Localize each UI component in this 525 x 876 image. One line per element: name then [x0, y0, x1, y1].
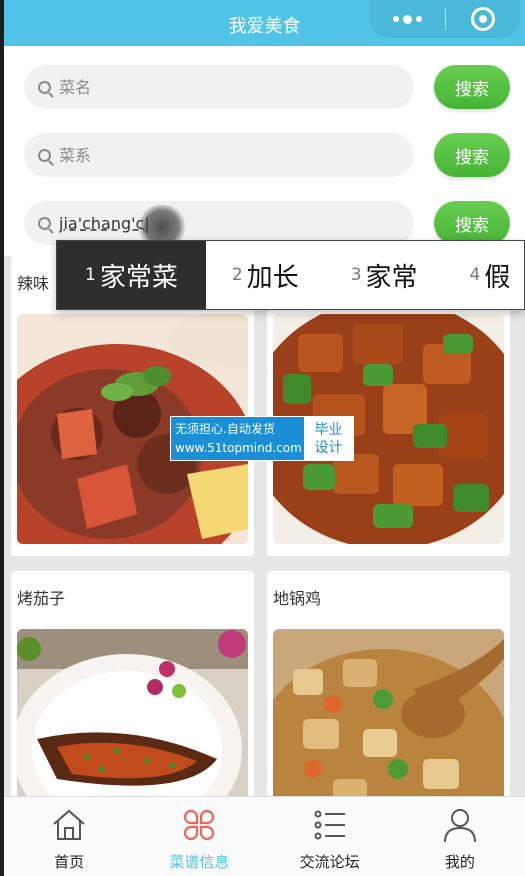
tab-recipes[interactable]: 菜谱信息: [134, 797, 264, 876]
tab-label: 交流论坛: [299, 853, 360, 871]
top-header: 我爱美食: [4, 0, 525, 46]
search-row-name: 搜索: [4, 50, 525, 118]
dish-grid: 辣味 烤茄子 地锅鸡: [4, 256, 525, 859]
dish-title: 地锅鸡: [273, 589, 322, 608]
recipe-grid-icon: [184, 809, 215, 841]
candidate-number: 1: [85, 265, 96, 285]
profile-icon: [443, 809, 476, 843]
watermark-badge-line1: 毕业: [314, 421, 343, 438]
search-button[interactable]: 搜索: [434, 65, 510, 109]
search-box: [24, 65, 414, 109]
bottom-tab-bar: 首页 菜谱信息 交流论坛 我的: [4, 796, 525, 876]
dish-title: 烤茄子: [17, 589, 66, 608]
tab-profile[interactable]: 我的: [395, 797, 525, 876]
search-button[interactable]: 搜索: [434, 133, 510, 177]
candidate-number: 4: [469, 265, 481, 285]
candidate-text: 家常: [365, 262, 418, 293]
search-box: [24, 201, 414, 245]
search-row-cuisine: 搜索: [4, 118, 525, 186]
ime-candidate[interactable]: 3 家常: [325, 241, 444, 309]
candidate-text: 假: [484, 262, 511, 293]
watermark-banner: 无须担心.自动发货 www.51topmind.com 毕业 设计: [170, 416, 354, 461]
search-icon: [38, 148, 51, 162]
dish-name-input[interactable]: [59, 77, 379, 97]
watermark-badge: 毕业 设计: [304, 417, 353, 460]
watermark-line2: www.51topmind.com: [175, 440, 302, 455]
forum-list-icon: [314, 810, 345, 840]
more-icon[interactable]: [370, 0, 445, 38]
ime-candidate-bar: 1 家常菜 2 加长 3 家常 4 假: [56, 240, 525, 310]
search-icon: [38, 80, 51, 94]
dish-card[interactable]: 地锅鸡: [267, 571, 510, 859]
candidate-number: 2: [231, 265, 243, 285]
candidate-number: 3: [350, 265, 362, 285]
mini-program-capsule: [370, 0, 520, 38]
tab-label: 首页: [54, 853, 85, 871]
category-input[interactable]: [59, 213, 379, 233]
home-icon: [53, 809, 85, 840]
candidate-text: 加长: [246, 262, 299, 293]
ime-candidate[interactable]: 4 假: [444, 241, 525, 309]
search-box: [24, 133, 414, 177]
dish-card[interactable]: 烤茄子: [11, 571, 254, 859]
dish-title: 辣味: [17, 274, 50, 293]
ime-candidate[interactable]: 1 家常菜: [57, 241, 206, 309]
watermark-line1: 无须担心.自动发货: [175, 421, 275, 436]
watermark-badge-line2: 设计: [314, 439, 343, 456]
watermark-text: 无须担心.自动发货 www.51topmind.com: [171, 417, 304, 460]
candidate-text: 家常菜: [99, 262, 178, 293]
search-icon: [38, 216, 51, 230]
tab-label: 我的: [444, 853, 475, 871]
app-screen: 我爱美食 搜索 搜索 搜索: [4, 0, 525, 876]
ime-candidate[interactable]: 2 加长: [206, 241, 325, 309]
tab-label: 菜谱信息: [169, 853, 230, 871]
close-icon[interactable]: [446, 0, 521, 38]
tab-home[interactable]: 首页: [4, 797, 134, 876]
cuisine-input[interactable]: [59, 145, 379, 165]
tab-forum[interactable]: 交流论坛: [265, 797, 395, 876]
search-button[interactable]: 搜索: [434, 201, 510, 245]
